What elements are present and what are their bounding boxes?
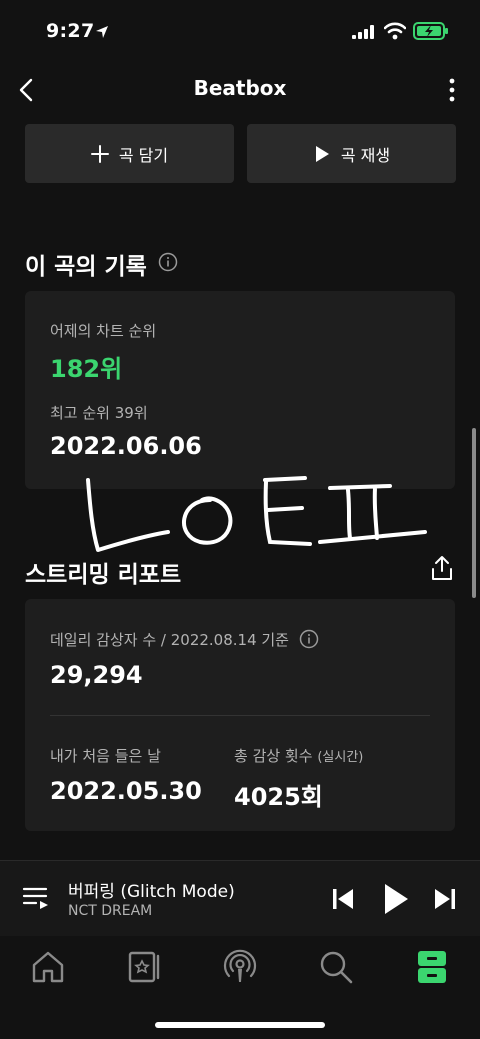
previous-track-icon[interactable] — [332, 887, 354, 911]
bottom-tab-bar — [0, 937, 480, 1039]
share-icon[interactable] — [430, 555, 454, 581]
first-listen-label: 내가 처음 들은 날 — [50, 747, 161, 765]
daily-listeners-label: 데일리 감상자 수 / 2022.08.14 기준 — [50, 631, 289, 649]
total-plays-label-text: 총 감상 횟수 — [234, 747, 313, 765]
total-plays-label: 총 감상 횟수 (실시간) — [234, 745, 363, 766]
yesterday-rank-label: 어제의 차트 순위 — [50, 322, 157, 340]
yesterday-rank-value: 182위 — [50, 355, 123, 383]
play-button-icon[interactable] — [383, 883, 409, 915]
best-rank-date: 2022.06.06 — [50, 432, 202, 460]
mini-player[interactable]: 버퍼링 (Glitch Mode) NCT DREAM — [0, 860, 480, 936]
history-section-title: 이 곡의 기록 — [25, 254, 147, 280]
streaming-section-title: 스트리밍 리포트 — [25, 562, 182, 588]
add-song-button[interactable]: 곡 담기 — [25, 124, 234, 183]
streaming-report-card: 데일리 감상자 수 / 2022.08.14 기준 29,294 내가 처음 들… — [25, 599, 455, 831]
card-divider — [50, 715, 430, 716]
status-bar: 9:27 — [0, 0, 480, 64]
info-icon[interactable] — [299, 629, 319, 649]
top-navigation: Beatbox — [0, 64, 480, 116]
page-title: Beatbox — [193, 76, 287, 100]
battery-charging-icon — [413, 22, 448, 40]
add-song-label: 곡 담기 — [118, 145, 169, 165]
podcast-icon[interactable] — [220, 947, 260, 987]
plus-icon — [90, 144, 109, 163]
next-track-icon[interactable] — [434, 887, 456, 911]
home-icon[interactable] — [28, 947, 68, 987]
track-artist: NCT DREAM — [68, 903, 153, 919]
daily-listeners-value: 29,294 — [50, 661, 143, 689]
play-song-label: 곡 재생 — [340, 145, 391, 165]
wifi-icon — [384, 22, 406, 40]
play-icon — [315, 145, 329, 162]
more-options-icon[interactable] — [440, 76, 464, 104]
library-icon[interactable] — [124, 947, 164, 987]
scrollbar[interactable] — [472, 428, 476, 598]
status-time: 9:27 — [46, 20, 95, 42]
handwritten-scribble — [86, 476, 427, 552]
play-song-button[interactable]: 곡 재생 — [247, 124, 456, 183]
track-title: 버퍼링 (Glitch Mode) — [68, 882, 235, 902]
home-indicator[interactable] — [155, 1022, 325, 1028]
locker-icon[interactable] — [412, 947, 452, 987]
first-listen-value: 2022.05.30 — [50, 777, 202, 805]
total-plays-value: 4025회 — [234, 783, 323, 811]
best-rank-label: 최고 순위 39위 — [50, 404, 148, 422]
playlist-queue-icon[interactable] — [22, 885, 50, 911]
search-icon[interactable] — [316, 947, 356, 987]
info-icon[interactable] — [158, 252, 178, 272]
cellular-signal-icon — [352, 25, 374, 39]
location-arrow-icon — [96, 26, 108, 38]
total-plays-realtime-note: (실시간) — [317, 750, 364, 765]
